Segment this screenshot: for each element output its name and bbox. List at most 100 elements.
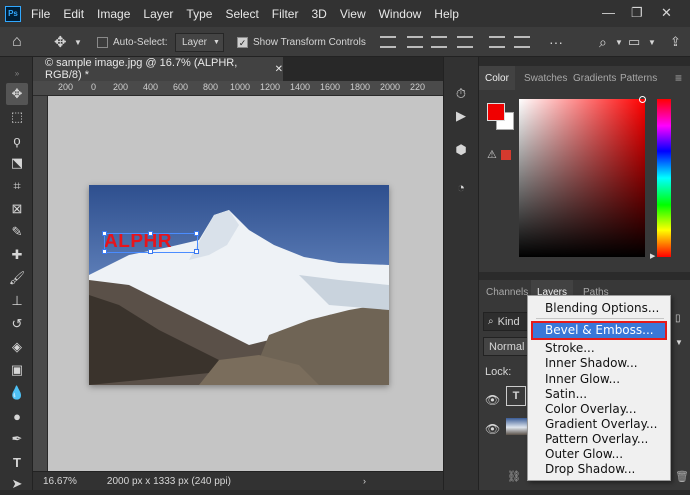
eraser-tool-icon[interactable]: ◈ (6, 336, 28, 358)
delete-layer-icon[interactable]: 🗑 (675, 470, 689, 483)
path-selection-tool-icon[interactable]: ➤ (6, 473, 28, 495)
eye-icon[interactable]: 👁 (485, 393, 500, 407)
more-options-icon[interactable]: ··· (549, 27, 563, 57)
marquee-tool-icon[interactable]: ⬚ (6, 106, 28, 128)
menu-edit[interactable]: Edit (63, 7, 84, 21)
transform-handle[interactable] (102, 249, 107, 254)
menu-type[interactable]: Type (186, 7, 212, 21)
warning-icon[interactable]: ⚠ (487, 148, 497, 161)
canvas-area[interactable]: ALPHR (48, 96, 443, 471)
menu-select[interactable]: Select (225, 7, 258, 21)
close-window-button[interactable]: ✕ (661, 5, 672, 21)
tab-channels[interactable]: Channels (486, 280, 528, 304)
align-middle-icon[interactable] (489, 36, 505, 48)
frame-tool-icon[interactable]: ⊠ (6, 198, 28, 220)
chevron-down-icon[interactable]: ▼ (648, 27, 656, 57)
object-selection-tool-icon[interactable]: ⬔ (6, 152, 28, 174)
filter-toggle-icon[interactable]: ▯ (675, 313, 681, 324)
align-top-icon[interactable] (457, 36, 473, 48)
lasso-tool-icon[interactable]: ϙ (6, 129, 28, 151)
align-right-icon[interactable] (431, 36, 447, 48)
search-icon[interactable]: ⌕ (599, 27, 607, 57)
gamut-color-swatch[interactable] (501, 150, 511, 160)
crop-tool-icon[interactable]: ⌗ (6, 175, 28, 197)
minimize-button[interactable]: — (602, 5, 615, 20)
clone-stamp-tool-icon[interactable]: ⊥ (6, 290, 28, 312)
close-icon[interactable]: ✕ (275, 64, 283, 75)
link-layers-icon[interactable]: ⛓ (507, 470, 521, 483)
document-tab[interactable]: © sample image.jpg @ 16.7% (ALPHR, RGB/8… (33, 57, 283, 81)
menu-item-gradient-overlay[interactable]: Gradient Overlay... (528, 417, 670, 432)
auto-select-dropdown[interactable]: Layer ▼ (175, 32, 224, 52)
document-image[interactable]: ALPHR (89, 185, 389, 385)
history-brush-tool-icon[interactable]: ↺ (6, 313, 28, 335)
healing-brush-tool-icon[interactable]: ✚ (6, 244, 28, 266)
adjustments-panel-icon[interactable]: ◔ (450, 176, 472, 198)
eyedropper-tool-icon[interactable]: ✎ (6, 221, 28, 243)
menu-item-outer-glow[interactable]: Outer Glow... (528, 447, 670, 462)
share-icon[interactable]: ⇪ (670, 27, 681, 57)
zoom-level[interactable]: 16.67% (43, 476, 77, 487)
brush-tool-icon[interactable]: 🖌 (6, 267, 28, 289)
tab-patterns[interactable]: Patterns (620, 66, 657, 90)
transform-handle[interactable] (148, 249, 153, 254)
transform-handle[interactable] (194, 249, 199, 254)
slider-handle-icon[interactable]: ▶ (650, 252, 655, 260)
panel-menu-icon[interactable]: ≡ (675, 66, 682, 90)
color-picker-cursor[interactable] (639, 96, 646, 103)
transform-handle[interactable] (102, 231, 107, 236)
menu-item-bevel-emboss[interactable]: Bevel & Emboss... (528, 323, 670, 338)
type-tool-icon[interactable]: T (6, 451, 28, 473)
transform-handle[interactable] (148, 231, 153, 236)
chevron-down-icon[interactable]: ▼ (675, 338, 683, 347)
menu-layer[interactable]: Layer (143, 7, 173, 21)
workspace-icon[interactable]: ▭ (628, 27, 640, 57)
menu-item-pattern-overlay[interactable]: Pattern Overlay... (528, 432, 670, 447)
menu-item-color-overlay[interactable]: Color Overlay... (528, 402, 670, 417)
checkbox-icon[interactable] (97, 36, 108, 48)
collapse-icon[interactable]: » (6, 62, 28, 84)
menu-3d[interactable]: 3D (311, 7, 326, 21)
menu-item-satin[interactable]: Satin... (528, 387, 670, 402)
chevron-right-icon[interactable]: › (363, 476, 366, 486)
menu-item-stroke[interactable]: Stroke... (528, 341, 670, 356)
tab-swatches[interactable]: Swatches (524, 66, 567, 90)
text-layer-thumbnail[interactable]: T (506, 386, 526, 406)
menu-window[interactable]: Window (379, 7, 422, 21)
checkbox-checked-icon[interactable]: ✓ (237, 36, 248, 48)
3d-panel-icon[interactable]: ⬢ (450, 139, 472, 161)
move-tool-icon[interactable]: ✥ (6, 83, 28, 105)
align-center-icon[interactable] (407, 36, 423, 48)
menu-item-inner-glow[interactable]: Inner Glow... (528, 372, 670, 387)
menu-item-drop-shadow[interactable]: Drop Shadow... (528, 462, 670, 477)
blend-mode-dropdown[interactable]: Normal (483, 337, 529, 356)
tab-color[interactable]: Color (479, 66, 515, 90)
gradient-tool-icon[interactable]: ▣ (6, 359, 28, 381)
document-info[interactable]: 2000 px x 1333 px (240 ppi) (107, 476, 231, 487)
menu-help[interactable]: Help (434, 7, 459, 21)
color-picker-field[interactable] (519, 96, 646, 257)
hue-slider[interactable] (657, 99, 671, 257)
menu-item-inner-shadow[interactable]: Inner Shadow... (528, 356, 670, 371)
actions-panel-icon[interactable]: ▶ (450, 105, 472, 127)
eye-icon[interactable]: 👁 (485, 422, 500, 436)
layer-filter-dropdown[interactable]: ⌕ Kind (483, 312, 529, 331)
blur-tool-icon[interactable]: 💧 (6, 382, 28, 404)
show-transform-checkbox[interactable]: ✓ Show Transform Controls (237, 27, 366, 57)
pen-tool-icon[interactable]: ✒ (6, 428, 28, 450)
menu-view[interactable]: View (340, 7, 366, 21)
menu-image[interactable]: Image (97, 7, 130, 21)
chevron-down-icon[interactable]: ▼ (615, 27, 623, 57)
menu-item-blending-options[interactable]: Blending Options... (528, 301, 670, 316)
menu-file[interactable]: File (31, 7, 50, 21)
align-bottom-icon[interactable] (514, 36, 530, 48)
dodge-tool-icon[interactable]: ● (6, 405, 28, 427)
tab-gradients[interactable]: Gradients (573, 66, 616, 90)
align-left-icon[interactable] (380, 36, 396, 48)
transform-handle[interactable] (194, 231, 199, 236)
restore-button[interactable]: ❐ (631, 5, 643, 21)
transform-bounding-box[interactable] (102, 231, 199, 254)
menu-filter[interactable]: Filter (272, 7, 299, 21)
history-panel-icon[interactable]: ⏱ (450, 83, 472, 105)
foreground-color-swatch[interactable] (487, 103, 505, 121)
